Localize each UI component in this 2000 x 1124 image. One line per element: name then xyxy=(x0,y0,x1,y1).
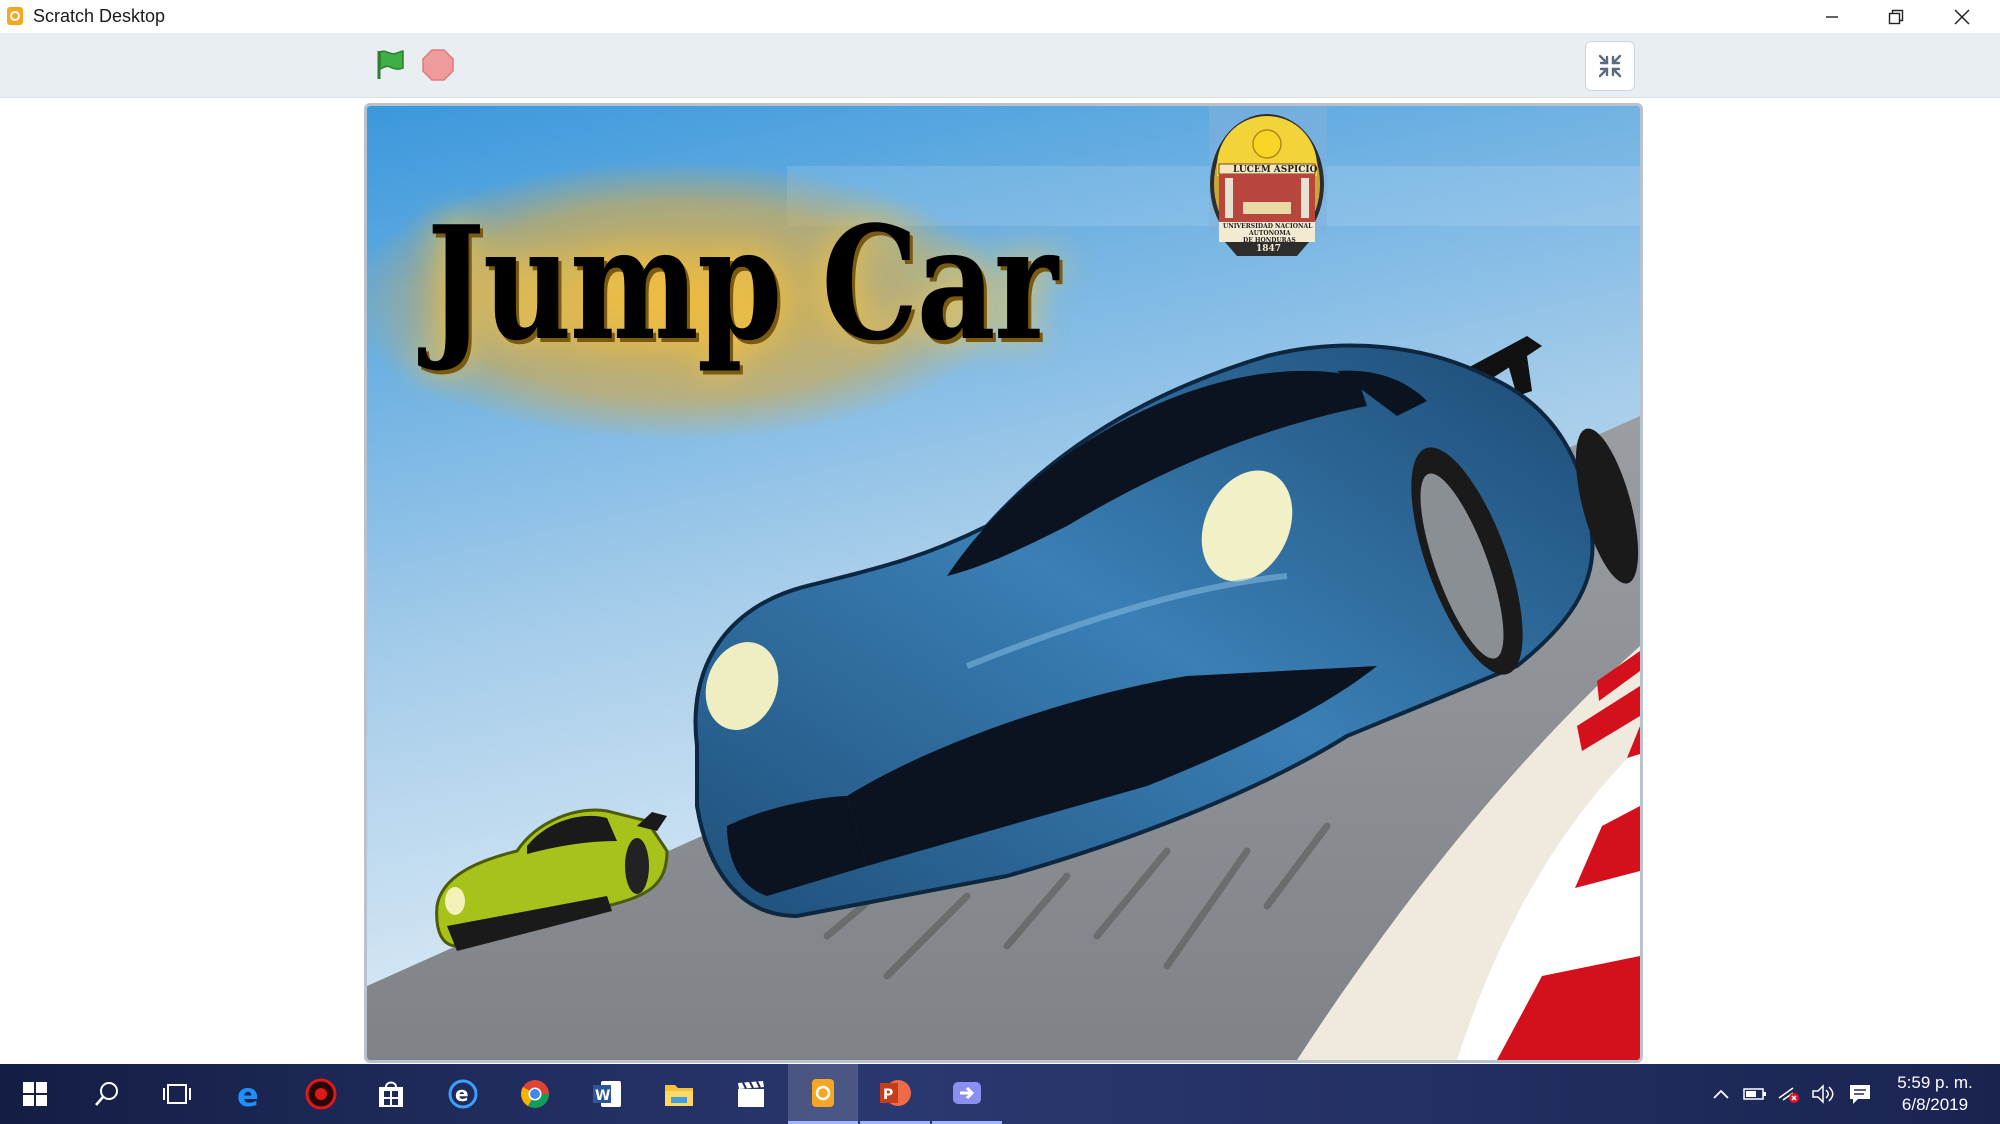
video-editor-icon xyxy=(738,1081,764,1107)
task-view-icon xyxy=(163,1084,191,1104)
stop-icon xyxy=(422,49,454,81)
volume-icon xyxy=(1812,1084,1834,1104)
seal-year: 1847 xyxy=(1256,244,1282,254)
window-title: Scratch Desktop xyxy=(33,6,166,26)
scratch-app-icon xyxy=(6,6,24,26)
green-flag-icon xyxy=(377,50,404,79)
store-icon xyxy=(379,1081,403,1107)
network-status[interactable] xyxy=(1772,1064,1806,1124)
task-view-button[interactable] xyxy=(142,1064,212,1124)
green-flag-button[interactable] xyxy=(372,47,408,83)
taskbar-clock[interactable]: 5:59 p. m. 6/8/2019 xyxy=(1880,1072,1990,1116)
taskbar-file-explorer[interactable] xyxy=(644,1064,714,1124)
word-icon: W xyxy=(593,1081,621,1107)
clock-time: 5:59 p. m. xyxy=(1897,1073,1973,1092)
taskbar-word[interactable]: W xyxy=(572,1064,642,1124)
close-button[interactable] xyxy=(1930,0,1994,33)
seal-motto: LUCEM ASPICIO xyxy=(1233,165,1318,175)
battery-status[interactable] xyxy=(1738,1064,1772,1124)
chrome-icon xyxy=(521,1080,549,1108)
action-center[interactable] xyxy=(1842,1064,1878,1124)
restore-button[interactable] xyxy=(1864,0,1928,33)
windows-start-icon xyxy=(23,1082,47,1106)
taskbar-red-app[interactable] xyxy=(286,1064,356,1124)
taskbar-scratch[interactable] xyxy=(788,1064,858,1124)
scratch-icon xyxy=(812,1078,834,1107)
taskbar-store[interactable] xyxy=(356,1064,426,1124)
show-hidden-icons[interactable] xyxy=(1706,1064,1736,1124)
svg-text:P: P xyxy=(883,1087,893,1103)
exit-fullscreen-icon xyxy=(1598,54,1622,78)
search-button[interactable] xyxy=(72,1064,142,1124)
minimize-button[interactable] xyxy=(1800,0,1864,33)
game-title: Jump Car xyxy=(427,192,1058,375)
stage-toolbar xyxy=(0,33,2000,98)
cortana-edge-icon: e xyxy=(448,1079,478,1109)
taskbar-video-editor[interactable] xyxy=(716,1064,786,1124)
clock-date: 6/8/2019 xyxy=(1901,1095,1969,1114)
edge-icon: e xyxy=(237,1078,259,1110)
notifications-icon xyxy=(1850,1085,1870,1104)
battery-icon xyxy=(1743,1088,1766,1100)
seal-name-line3: DE HONDURAS xyxy=(1243,237,1296,244)
search-icon xyxy=(95,1082,118,1106)
taskbar-edge[interactable]: e xyxy=(214,1064,284,1124)
seal-name-line1: UNIVERSIDAD NACIONAL xyxy=(1223,223,1313,230)
svg-text:e: e xyxy=(455,1082,469,1106)
svg-text:e: e xyxy=(237,1078,259,1110)
taskbar-chrome[interactable] xyxy=(500,1064,570,1124)
chevron-up-icon xyxy=(1713,1089,1729,1099)
taskbar-cortana-edge[interactable]: e xyxy=(428,1064,498,1124)
volume-control[interactable] xyxy=(1806,1064,1840,1124)
exit-fullscreen-button[interactable] xyxy=(1585,41,1635,91)
stage-canvas[interactable]: Jump Car LUCEM ASPICIO UNIVERSIDAD NACIO… xyxy=(364,103,1643,1063)
file-explorer-icon xyxy=(665,1085,693,1106)
taskbar-connect-app[interactable] xyxy=(932,1064,1002,1124)
start-button[interactable] xyxy=(0,1064,70,1124)
seal-name-line2: AUTONOMA xyxy=(1249,230,1291,237)
title-bar: Scratch Desktop xyxy=(0,0,2000,33)
connect-app-icon xyxy=(953,1081,981,1104)
taskbar-powerpoint[interactable]: P xyxy=(860,1064,930,1124)
taskbar: e e W P 5:59 p. m. 6/8/2019 xyxy=(0,1064,2000,1124)
svg-text:W: W xyxy=(595,1088,610,1104)
stop-button[interactable] xyxy=(420,47,456,83)
red-app-icon xyxy=(305,1078,337,1110)
powerpoint-icon: P xyxy=(880,1079,911,1106)
network-icon xyxy=(1778,1087,1799,1103)
